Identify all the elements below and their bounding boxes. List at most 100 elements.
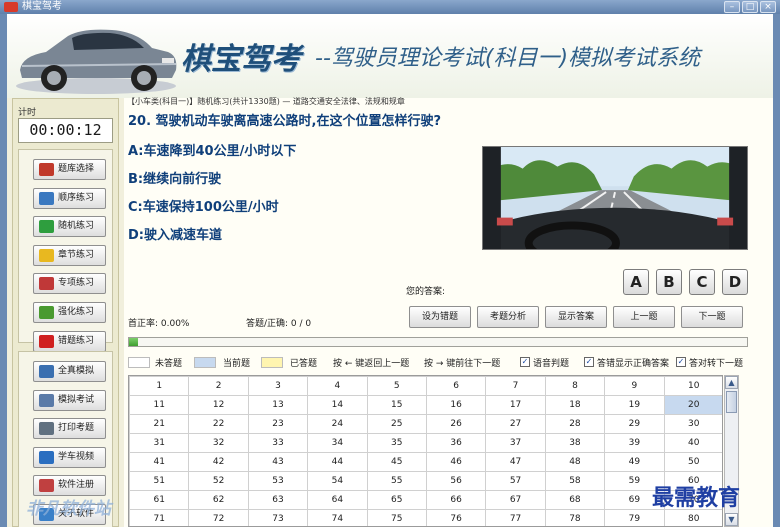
grid-cell[interactable]: 66 [425, 490, 487, 510]
option-a[interactable]: A:车速降到40公里/小时以下 [128, 140, 296, 159]
nav-bar-chart-button[interactable]: 强化练习 [33, 302, 106, 323]
grid-cell[interactable]: 33 [247, 433, 309, 453]
grid-cell[interactable]: 9 [604, 376, 665, 396]
close-button[interactable]: × [760, 1, 776, 13]
grid-cell[interactable]: 19 [604, 395, 665, 415]
grid-cell[interactable]: 20 [663, 395, 722, 415]
grid-cell[interactable]: 78 [544, 509, 606, 526]
minimize-button[interactable]: – [724, 1, 740, 13]
grid-cell[interactable]: 74 [307, 509, 368, 526]
grid-cell[interactable]: 41 [129, 452, 190, 472]
grid-cell[interactable]: 37 [485, 433, 546, 453]
grid-cell[interactable]: 3 [247, 376, 309, 396]
grid-cell[interactable]: 53 [247, 471, 309, 491]
option-b[interactable]: B:继续向前行驶 [128, 168, 221, 187]
nav-window-button[interactable]: 全真模拟 [33, 361, 106, 382]
grid-cell[interactable]: 76 [425, 509, 487, 526]
scroll-thumb[interactable] [726, 391, 737, 413]
grid-cell[interactable]: 31 [129, 433, 190, 453]
grid-cell[interactable]: 61 [129, 490, 190, 510]
auto-next-checkbox[interactable]: ✓ [676, 357, 686, 367]
analysis-button[interactable]: 考题分析 [477, 306, 539, 328]
grid-cell[interactable]: 4 [307, 376, 368, 396]
grid-cell[interactable]: 72 [188, 509, 249, 526]
grid-cell[interactable]: 35 [366, 433, 427, 453]
grid-cell[interactable]: 8 [544, 376, 606, 396]
nav-edit-button[interactable]: 顺序练习 [33, 187, 106, 209]
grid-cell[interactable]: 55 [366, 471, 427, 491]
grid-cell[interactable]: 71 [129, 509, 190, 526]
grid-cell[interactable]: 26 [425, 414, 487, 434]
answer-d-button[interactable]: D [722, 269, 748, 295]
nav-printer-button[interactable]: 打印考题 [33, 418, 106, 440]
grid-cell[interactable]: 45 [366, 452, 427, 472]
grid-cell[interactable]: 48 [544, 452, 606, 472]
scroll-up-icon[interactable]: ▲ [725, 376, 738, 389]
prev-button[interactable]: 上一题 [613, 306, 675, 328]
grid-cell[interactable]: 58 [544, 471, 606, 491]
nav-calendar-button[interactable]: 模拟考试 [33, 389, 106, 411]
nav-play-button[interactable]: 学车视频 [33, 446, 106, 468]
grid-cell[interactable]: 54 [307, 471, 368, 491]
answer-a-button[interactable]: A [623, 269, 649, 295]
grid-cell[interactable]: 18 [544, 395, 606, 415]
option-d[interactable]: D:驶入减速车道 [128, 224, 222, 243]
grid-cell[interactable]: 63 [247, 490, 309, 510]
grid-cell[interactable]: 40 [663, 433, 722, 453]
nav-note-button[interactable]: 章节练习 [33, 244, 106, 266]
grid-cell[interactable]: 13 [247, 395, 309, 415]
grid-cell[interactable]: 5 [366, 376, 427, 396]
grid-cell[interactable]: 36 [425, 433, 487, 453]
grid-cell[interactable]: 57 [485, 471, 546, 491]
grid-cell[interactable]: 14 [307, 395, 368, 415]
option-c[interactable]: C:车速保持100公里/小时 [128, 196, 279, 215]
nav-check-button[interactable]: 专项练习 [33, 273, 106, 295]
grid-cell[interactable]: 39 [604, 433, 665, 453]
grid-cell[interactable]: 80 [663, 509, 722, 526]
grid-cell[interactable]: 10 [663, 376, 722, 396]
grid-cell[interactable]: 11 [129, 395, 190, 415]
mark-wrong-button[interactable]: 设为错题 [409, 306, 471, 328]
grid-cell[interactable]: 7 [485, 376, 546, 396]
grid-cell[interactable]: 38 [544, 433, 606, 453]
answer-b-button[interactable]: B [656, 269, 682, 295]
show-answer-button[interactable]: 显示答案 [545, 306, 607, 328]
nav-flag-button[interactable]: 错题练习 [33, 330, 106, 352]
grid-cell[interactable]: 62 [188, 490, 249, 510]
grid-cell[interactable]: 23 [247, 414, 309, 434]
grid-cell[interactable]: 44 [307, 452, 368, 472]
next-button[interactable]: 下一题 [681, 306, 743, 328]
grid-cell[interactable]: 47 [485, 452, 546, 472]
scroll-down-icon[interactable]: ▼ [725, 513, 738, 526]
grid-cell[interactable]: 43 [247, 452, 309, 472]
nav-balls-button[interactable]: 题库选择 [33, 159, 106, 180]
grid-cell[interactable]: 27 [485, 414, 546, 434]
grid-cell[interactable]: 17 [485, 395, 546, 415]
grid-cell[interactable]: 42 [188, 452, 249, 472]
grid-cell[interactable]: 79 [604, 509, 665, 526]
grid-cell[interactable]: 67 [485, 490, 546, 510]
answer-c-button[interactable]: C [689, 269, 715, 295]
grid-cell[interactable]: 73 [247, 509, 309, 526]
grid-cell[interactable]: 15 [366, 395, 427, 415]
grid-cell[interactable]: 49 [604, 452, 665, 472]
grid-cell[interactable]: 12 [188, 395, 249, 415]
grid-cell[interactable]: 32 [188, 433, 249, 453]
grid-cell[interactable]: 56 [425, 471, 487, 491]
grid-cell[interactable]: 52 [188, 471, 249, 491]
grid-cell[interactable]: 65 [366, 490, 427, 510]
grid-cell[interactable]: 29 [604, 414, 665, 434]
grid-cell[interactable]: 16 [425, 395, 487, 415]
grid-cell[interactable]: 6 [425, 376, 487, 396]
grid-cell[interactable]: 75 [366, 509, 427, 526]
grid-cell[interactable]: 64 [307, 490, 368, 510]
grid-cell[interactable]: 68 [544, 490, 606, 510]
grid-cell[interactable]: 46 [425, 452, 487, 472]
grid-cell[interactable]: 77 [485, 509, 546, 526]
grid-cell[interactable]: 24 [307, 414, 368, 434]
grid-cell[interactable]: 2 [188, 376, 249, 396]
grid-cell[interactable]: 34 [307, 433, 368, 453]
grid-cell[interactable]: 21 [129, 414, 190, 434]
nav-shuffle-button[interactable]: 随机练习 [33, 216, 106, 238]
grid-cell[interactable]: 28 [544, 414, 606, 434]
